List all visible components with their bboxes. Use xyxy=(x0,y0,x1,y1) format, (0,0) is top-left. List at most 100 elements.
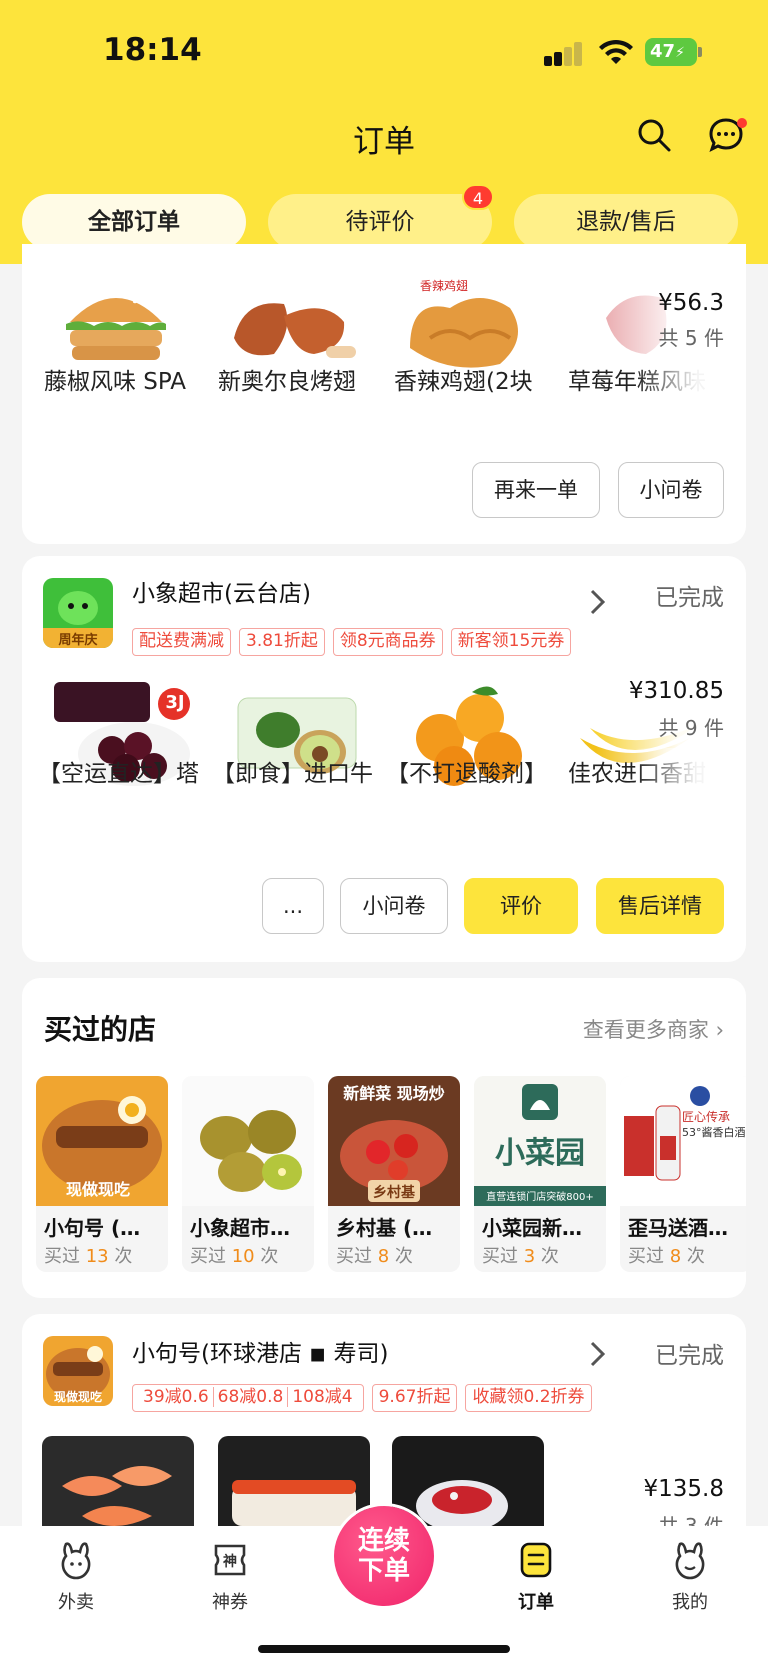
shop-name: 乡村基 (… xyxy=(336,1216,433,1240)
bought-suffix: 次 xyxy=(540,1246,559,1267)
shop-image xyxy=(182,1076,314,1206)
bought-prefix: 买过 xyxy=(628,1246,664,1267)
shop-image-subtext: 直营连锁门店突破800+ xyxy=(486,1192,594,1203)
bought-times: 8 xyxy=(669,1246,682,1267)
survey-button[interactable]: 小问卷 xyxy=(618,462,724,518)
bought-prefix: 买过 xyxy=(190,1246,226,1267)
chevron-right-icon[interactable] xyxy=(588,1340,608,1368)
cellular-signal-icon xyxy=(544,42,584,66)
battery-cap xyxy=(698,47,702,57)
bought-times: 13 xyxy=(85,1246,109,1267)
shop-card[interactable]: 小菜园 直营连锁门店突破800+ 小菜园新… 买过 3 次 xyxy=(474,1076,606,1272)
shop-bought-count: 买过 8 次 xyxy=(628,1242,705,1268)
continuous-order-button[interactable]: 连续 下单 xyxy=(334,1506,434,1606)
bought-prefix: 买过 xyxy=(336,1246,372,1267)
fab-line-2: 下单 xyxy=(357,1556,410,1586)
coupon-icon: 神 xyxy=(214,1544,246,1576)
bought-suffix: 次 xyxy=(114,1246,133,1267)
to-review-badge: 4 xyxy=(462,184,494,210)
image-badge: 3J xyxy=(165,692,185,713)
shop-bought-count: 买过 3 次 xyxy=(482,1242,559,1268)
chevron-right-icon: › xyxy=(715,1018,724,1042)
bought-suffix: 次 xyxy=(260,1246,279,1267)
shop-bought-count: 买过 13 次 xyxy=(44,1242,132,1268)
shop-name: 小句号 (… xyxy=(44,1216,141,1240)
bought-suffix: 次 xyxy=(394,1246,413,1267)
svg-text:香辣鸡翅: 香辣鸡翅 xyxy=(420,278,468,293)
promo-tag: 领8元商品券 xyxy=(332,628,443,656)
profile-rabbit-icon xyxy=(675,1542,705,1580)
store-name[interactable]: 小象超市(云台店) xyxy=(132,574,311,608)
item-name: 香辣鸡翅(2块 xyxy=(394,369,533,395)
item-name: 【即食】进口牛 xyxy=(212,761,372,787)
item-name: 【空运直达】塔 xyxy=(38,761,198,787)
more-actions-button[interactable]: ... xyxy=(262,878,324,934)
order-price: ¥56.3 xyxy=(658,290,724,316)
section-title: 买过的店 xyxy=(44,1013,157,1046)
shop-card[interactable]: 匠心传承 53°酱香白酒 歪马送酒… 买过 8 次 xyxy=(620,1076,746,1272)
review-button[interactable]: 评价 xyxy=(464,878,578,934)
shop-image-subtext: 乡村基 xyxy=(373,1185,415,1201)
shop-image-text: 小菜园 xyxy=(495,1136,585,1171)
tab-refund-aftersale[interactable]: 退款/售后 xyxy=(514,194,738,250)
tab-all-orders[interactable]: 全部订单 xyxy=(22,194,246,250)
nav-label: 神券 xyxy=(212,1592,248,1613)
shop-image-text: 现做现吃 xyxy=(66,1180,131,1199)
item-name: 新奥尔良烤翅 xyxy=(218,369,356,395)
bought-suffix: 次 xyxy=(686,1246,705,1267)
promo-tag: 收藏领0.2折券 xyxy=(465,1384,592,1412)
bought-times: 3 xyxy=(523,1246,536,1267)
bought-prefix: 买过 xyxy=(482,1246,518,1267)
nav-label: 我的 xyxy=(672,1592,708,1613)
order-price: ¥135.8 xyxy=(643,1476,724,1502)
bought-shops-section: 买过的店 查看更多商家 › 现做现吃 小句号 (… 买过 13 次 小象超市… … xyxy=(22,978,746,1298)
message-unread-dot xyxy=(737,118,747,128)
shop-bought-count: 买过 10 次 xyxy=(190,1242,278,1268)
order-card[interactable]: 香辣鸡翅 ¥56.3 共 5 件 藤椒风味 SPA 新奥尔良烤翅 香辣鸡翅(2块… xyxy=(22,244,746,544)
shop-card[interactable]: 现做现吃 小句号 (… 买过 13 次 xyxy=(36,1076,168,1272)
fab-line-1: 连续 xyxy=(357,1526,410,1556)
promo-tags: 39减0.6 68减0.8 108减4 9.67折起 收藏领0.2折券 xyxy=(132,1384,592,1412)
status-bar: 18:14 47⚡ xyxy=(0,0,768,100)
name-fade xyxy=(636,356,746,396)
reorder-button[interactable]: 再来一单 xyxy=(472,462,600,518)
promo-tag: 新客领15元券 xyxy=(450,628,572,656)
svg-text:神: 神 xyxy=(223,1553,237,1570)
store-name[interactable]: 小句号(环球港店 ◾ 寿司) xyxy=(132,1334,388,1368)
discount-tier: 108减4 xyxy=(287,1387,357,1407)
nav-label: 外卖 xyxy=(58,1592,94,1613)
shop-image-subtext: 53°酱香白酒 xyxy=(682,1126,746,1139)
shop-image-text: 新鲜菜 现场炒 xyxy=(343,1084,445,1103)
tab-to-review[interactable]: 待评价 xyxy=(268,194,492,250)
search-icon[interactable] xyxy=(636,117,672,153)
order-count: 共 9 件 xyxy=(658,716,724,740)
aftersale-details-button[interactable]: 售后详情 xyxy=(596,878,724,934)
shop-name: 小菜园新… xyxy=(482,1216,582,1240)
status-time: 18:14 xyxy=(103,32,202,68)
promo-tag: 3.81折起 xyxy=(239,628,325,656)
bought-times: 8 xyxy=(377,1246,390,1267)
header: 18:14 47⚡ 订单 全部订单 待评价 4 退款/售后 xyxy=(0,0,768,264)
order-card[interactable]: 周年庆 小象超市(云台店) 已完成 配送费满减 3.81折起 领8元商品券 新客… xyxy=(22,556,746,962)
rabbit-icon xyxy=(61,1542,91,1580)
logo-text: 周年庆 xyxy=(58,633,98,648)
view-more-label: 查看更多商家 xyxy=(582,1018,709,1042)
item-name: 藤椒风味 SPA xyxy=(44,369,187,395)
bought-times: 10 xyxy=(231,1246,255,1267)
survey-button[interactable]: 小问卷 xyxy=(340,878,448,934)
order-price: ¥310.85 xyxy=(628,678,724,704)
store-logo: 周年庆 xyxy=(43,578,113,648)
discount-tier: 39减0.6 xyxy=(143,1387,209,1407)
view-more-shops-link[interactable]: 查看更多商家 › xyxy=(583,1014,724,1044)
name-fade xyxy=(636,748,746,788)
chevron-right-icon[interactable] xyxy=(588,588,608,616)
item-name: 【不打退酸剂】 xyxy=(386,761,546,787)
discount-tier: 68减0.8 xyxy=(212,1387,288,1407)
shop-card[interactable]: 小象超市… 买过 10 次 xyxy=(182,1076,314,1272)
shop-card[interactable]: 新鲜菜 现场炒 乡村基 乡村基 (… 买过 8 次 xyxy=(328,1076,460,1272)
order-icon xyxy=(520,1542,552,1578)
home-indicator xyxy=(258,1645,510,1653)
store-logo: 现做现吃 xyxy=(43,1336,113,1406)
order-status: 已完成 xyxy=(655,1343,724,1369)
battery-indicator: 47⚡ xyxy=(645,38,697,66)
